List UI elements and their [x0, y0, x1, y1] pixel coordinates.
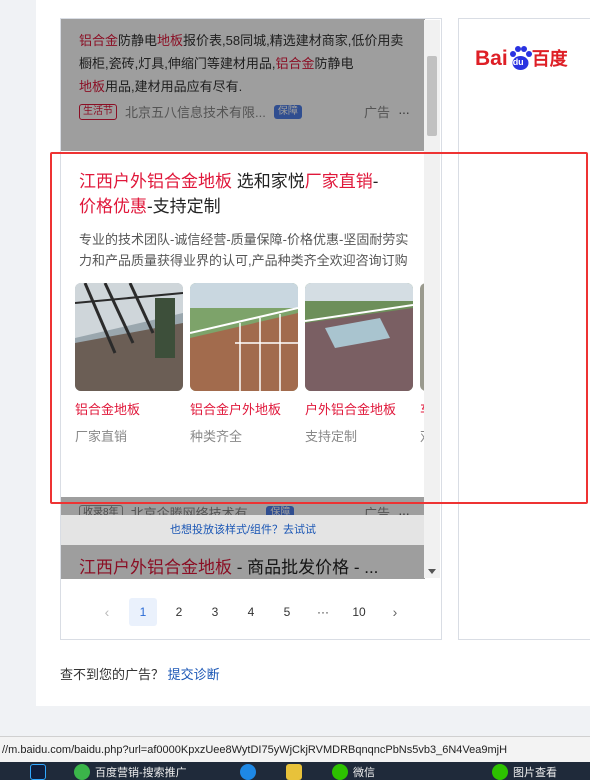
preview-scrollbar[interactable]	[424, 20, 440, 578]
product-name[interactable]: 铝合金户外地板	[190, 399, 298, 418]
title-text: 选和家悦	[232, 172, 305, 191]
ad-preview-panel: 铝合金防静电地板报价表,58同城,精选建材商家,低价用卖橱柜,瓷砖,灯具,伸缩门…	[60, 18, 442, 640]
product-image[interactable]	[305, 283, 413, 391]
pagination: ‹ 1 2 3 4 5 ··· 10 ›	[61, 597, 441, 627]
product-image[interactable]	[190, 283, 298, 391]
ad-card-2[interactable]: 江西户外铝合金地板 选和家悦厂家直销- 价格优惠-支持定制 专业的技术团队-诚信经…	[61, 151, 425, 529]
product-sub: 支持定制	[305, 429, 358, 444]
title-text: -	[372, 172, 379, 191]
status-url-bar: //m.baidu.com/baidu.php?url=af0000KpxzUe…	[0, 736, 590, 762]
next-page-button[interactable]: ›	[381, 598, 409, 626]
logo-du-text: du	[512, 57, 524, 67]
browser-icon	[74, 764, 90, 780]
prev-page-button[interactable]: ‹	[93, 598, 121, 626]
dim-overlay	[61, 19, 425, 151]
taskbar-app[interactable]	[286, 764, 302, 780]
ad-card-2-title[interactable]: 江西户外铝合金地板 选和家悦厂家直销- 价格优惠-支持定制	[79, 169, 411, 219]
page-button[interactable]: 3	[201, 598, 229, 626]
taskbar-wechat[interactable]: 微信	[332, 764, 375, 780]
product-item[interactable]: 铝合金户外地板 种类齐全	[190, 283, 298, 445]
product-item[interactable]: 铝合金地板 厂家直销	[75, 283, 183, 445]
title-keyword: 价格优惠	[79, 197, 147, 216]
taskbar-label: 图片查看	[513, 767, 557, 779]
help-text: 查不到您的广告？	[60, 667, 165, 682]
baidu-logo: Bai du 百度	[475, 45, 568, 71]
page-button[interactable]: 1	[129, 598, 157, 626]
page-button[interactable]: 2	[165, 598, 193, 626]
taskbar: 百度营销-搜索推广 微信 图片查看	[0, 762, 590, 780]
page-button[interactable]: 4	[237, 598, 265, 626]
product-image[interactable]	[75, 283, 183, 391]
product-item[interactable]: 户外铝合金地板 支持定制	[305, 283, 413, 445]
product-name[interactable]: 户外铝合金地板	[305, 399, 413, 418]
title-text: -支持定制	[147, 197, 221, 216]
page-button[interactable]: 5	[273, 598, 301, 626]
try-it-link[interactable]: 也想投放该样式/组件？去试试	[61, 515, 425, 545]
taskbar-label: 微信	[353, 767, 375, 779]
title-keyword: 厂家直销	[304, 172, 373, 191]
photoshop-icon	[30, 764, 46, 780]
page-ellipsis[interactable]: ···	[309, 598, 337, 626]
taskbar-browser[interactable]: 百度营销-搜索推广	[74, 764, 187, 780]
page-button[interactable]: 10	[345, 598, 373, 626]
help-line: 查不到您的广告？ 提交诊断	[60, 664, 220, 683]
submit-diagnosis-link[interactable]: 提交诊断	[168, 667, 220, 682]
dim-overlay	[61, 545, 425, 579]
taskbar-label: 百度营销-搜索推广	[95, 767, 187, 779]
title-keyword: 江西户外铝合金地板	[79, 172, 232, 191]
paw-icon: du	[508, 45, 532, 71]
scroll-down-arrow-icon[interactable]	[428, 569, 436, 574]
product-sub: 厂家直销	[75, 429, 128, 444]
ad-scroll-view[interactable]: 铝合金防静电地板报价表,58同城,精选建材商家,低价用卖橱柜,瓷砖,灯具,伸缩门…	[61, 19, 425, 579]
baidu-logo-panel: Bai du 百度	[458, 18, 590, 640]
app-icon	[286, 764, 302, 780]
logo-text-cn: 百度	[531, 49, 568, 69]
taskbar-image-viewer[interactable]: 图片查看	[492, 764, 557, 780]
taskbar-ps[interactable]	[30, 764, 46, 780]
image-viewer-icon	[492, 764, 508, 780]
wechat-icon	[332, 764, 348, 780]
product-name[interactable]: 铝合金地板	[75, 399, 183, 418]
ad-card-2-desc: 专业的技术团队-诚信经营-质量保障-价格优惠-坚固耐劳实力和产品质量获得业界的认…	[79, 232, 409, 268]
scrollbar-thumb[interactable]	[427, 56, 437, 136]
app-icon	[240, 764, 256, 780]
logo-text: Bai	[475, 47, 508, 70]
taskbar-app[interactable]	[240, 764, 256, 780]
dim-overlay	[61, 497, 425, 515]
product-thumbnails: 铝合金地板 厂家直销 铝合金户外地板 种类齐全 户外铝合金地板 支持定制	[75, 283, 425, 445]
product-sub: 种类齐全	[190, 429, 243, 444]
